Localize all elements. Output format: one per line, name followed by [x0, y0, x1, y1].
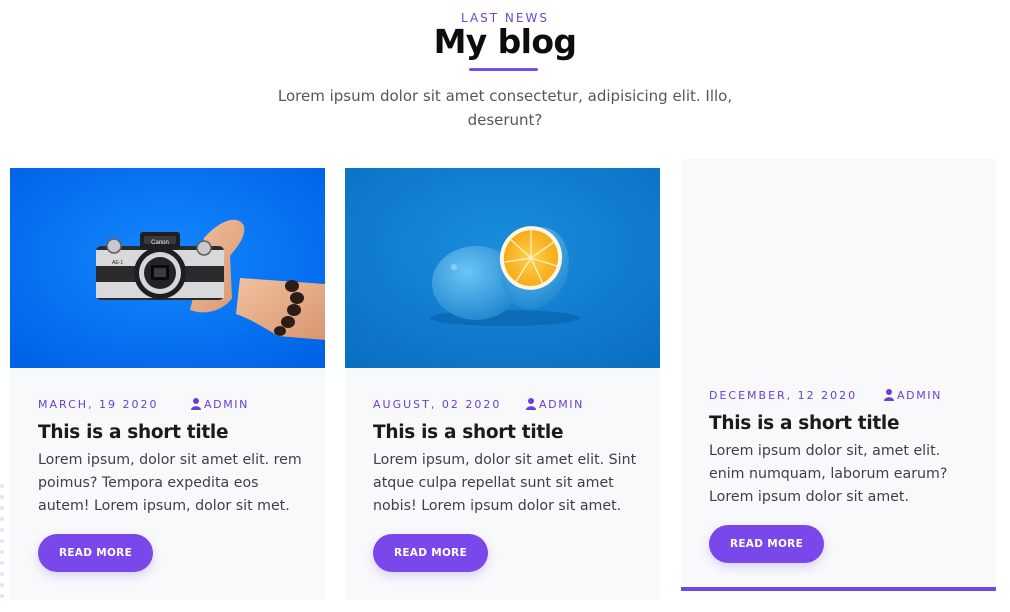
post-title[interactable]: This is a short title: [373, 422, 640, 443]
decorative-dot: [0, 495, 4, 499]
post-title[interactable]: This is a short title: [38, 422, 305, 443]
svg-text:Canon: Canon: [151, 240, 169, 246]
author-name: ADMIN: [897, 389, 942, 402]
user-icon: [884, 389, 894, 404]
post-excerpt: Lorem ipsum, dolor sit amet elit. Sint a…: [373, 452, 637, 514]
read-more-button[interactable]: READ MORE: [38, 534, 153, 572]
section-intro: Lorem ipsum dolor sit amet consectetur, …: [277, 87, 733, 129]
user-icon: [526, 398, 536, 413]
svg-text:AE-1: AE-1: [112, 260, 123, 266]
user-icon: [191, 398, 201, 413]
decorative-dot: [0, 594, 4, 598]
post-title[interactable]: This is a short title: [709, 413, 976, 434]
decorative-dot: [0, 572, 4, 576]
blog-card-3: DECEMBER, 12 2020 ADMIN This is a short …: [681, 159, 996, 591]
blog-card-1: Canon AE-1 MARCH, 19 2020 ADMIN This is …: [10, 168, 325, 600]
blog-card-2: AUGUST, 02 2020 ADMIN This is a short ti…: [345, 168, 660, 600]
decorative-dot: [0, 561, 4, 565]
post-author[interactable]: ADMIN: [884, 389, 942, 404]
post-excerpt: Lorem ipsum, dolor sit amet elit. rem po…: [38, 452, 302, 514]
decorative-dot: [0, 528, 4, 532]
title-underline: [469, 68, 538, 71]
post-date: DECEMBER, 12 2020: [709, 389, 858, 402]
camera-photo[interactable]: Canon AE-1: [10, 168, 325, 368]
decorative-dot: [0, 517, 4, 521]
read-more-button[interactable]: READ MORE: [373, 534, 488, 572]
author-name: ADMIN: [539, 398, 584, 411]
author-name: ADMIN: [204, 398, 249, 411]
page-title: My blog: [433, 22, 577, 61]
post-author[interactable]: ADMIN: [526, 398, 584, 413]
card-accent-bar: [681, 587, 996, 591]
decorative-dot: [0, 506, 4, 510]
decorative-dot: [0, 550, 4, 554]
post-date: MARCH, 19 2020: [38, 398, 159, 411]
decorative-dot: [0, 484, 4, 488]
blog-section: LAST NEWS My blog Lorem ipsum dolor sit …: [0, 0, 1010, 612]
decorative-dot: [0, 583, 4, 587]
post-excerpt: Lorem ipsum dolor sit, amet elit. enim n…: [709, 443, 948, 505]
post-author[interactable]: ADMIN: [191, 398, 249, 413]
read-more-button[interactable]: READ MORE: [709, 525, 824, 563]
orange-photo[interactable]: [345, 168, 660, 368]
post-date: AUGUST, 02 2020: [373, 398, 502, 411]
decorative-dot: [0, 539, 4, 543]
